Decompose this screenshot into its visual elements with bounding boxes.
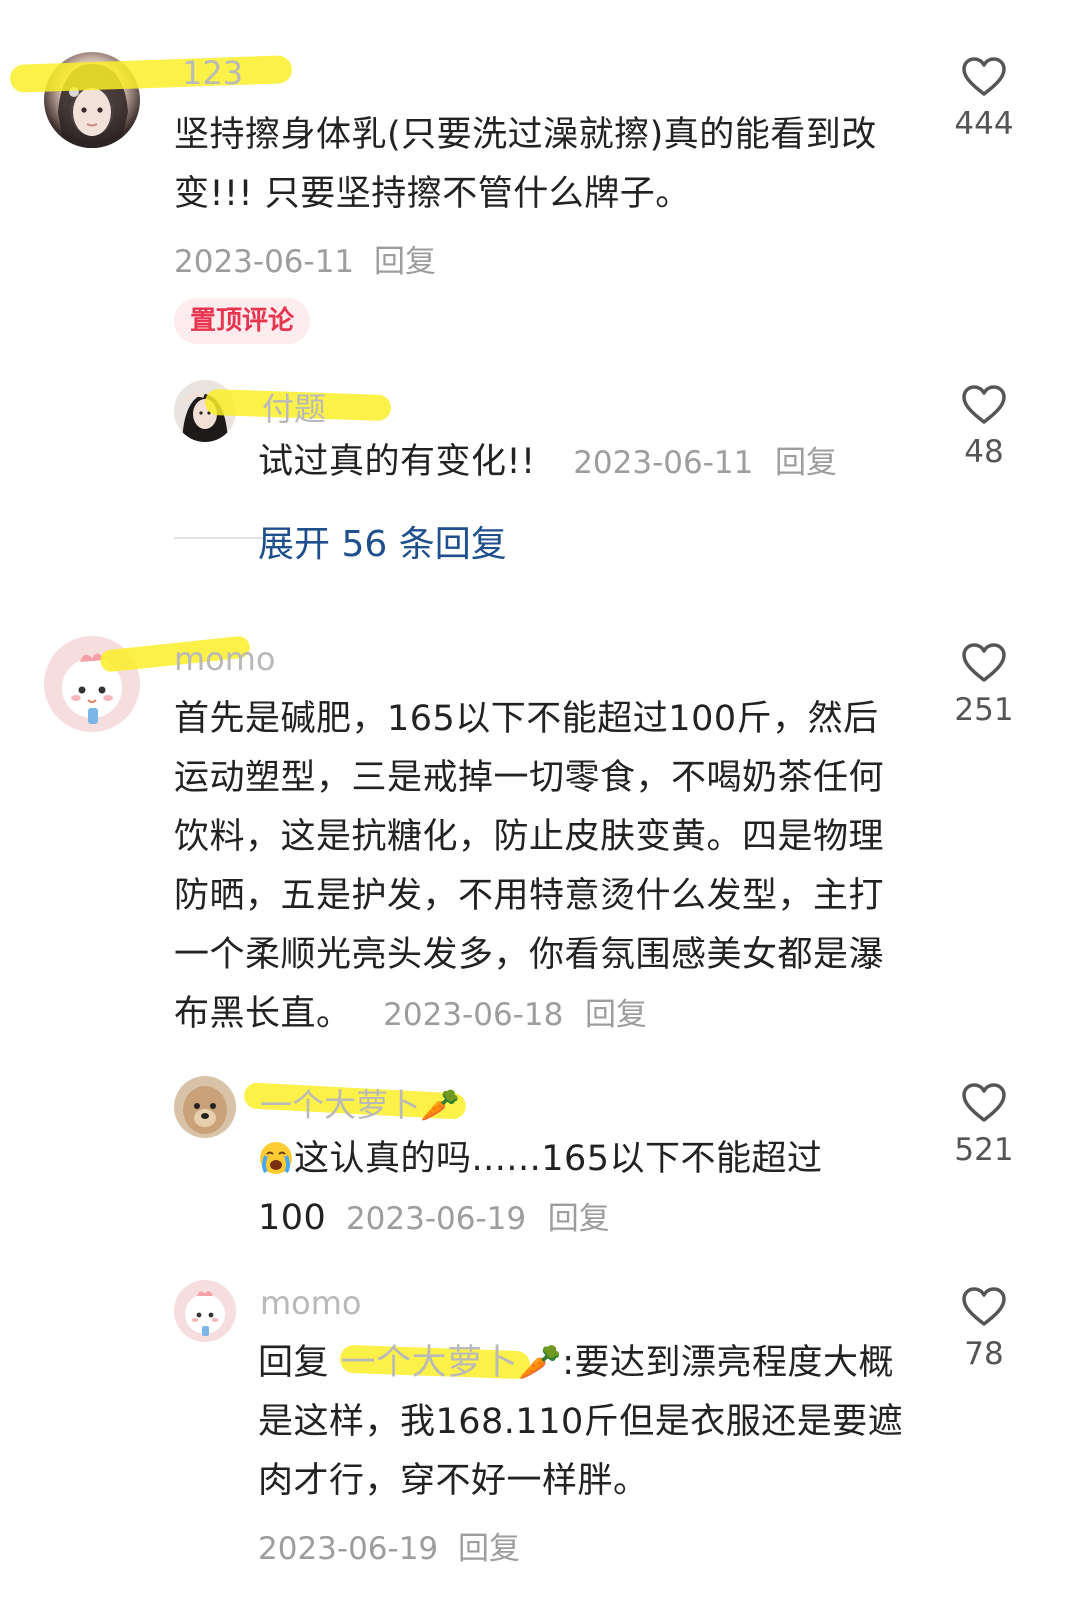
comment-username[interactable]: momo <box>174 640 276 678</box>
reply-prefix: 回复 <box>258 1343 330 1383</box>
reply-date: 2023-06-11 <box>573 445 754 481</box>
comment-username[interactable]: 123 <box>182 54 243 92</box>
reply-text: 回复 一个大萝卜🥕:要达到漂亮程度大概是这样，我168.110斤但是衣服还是要遮… <box>258 1334 908 1511</box>
reply-content: 试过真的有变化!! <box>258 442 536 482</box>
divider <box>174 537 264 539</box>
pinned-badge: 置顶评论 <box>174 298 310 344</box>
comment-text: 首先是碱肥，165以下不能超过100斤，然后运动塑型，三是戒掉一切零食，不喝奶茶… <box>174 690 914 1045</box>
reply-content: 这认真的吗......165以下不能超过100 <box>258 1139 823 1238</box>
like-count: 251 <box>954 692 1014 728</box>
reply-meta: 2023-06-19 回复 <box>258 1523 520 1568</box>
reply-text: 这认真的吗......165以下不能超过100 2023-06-19 回复 <box>258 1130 878 1249</box>
comment-content: 首先是碱肥，165以下不能超过100斤，然后运动塑型，三是戒掉一切零食，不喝奶茶… <box>174 699 885 1034</box>
like-count: 521 <box>954 1132 1014 1168</box>
like-count: 444 <box>954 106 1014 142</box>
comment-text: 坚持擦身体乳(只要洗过澡就擦)真的能看到改变!!! 只要坚持擦不管什么牌子。 <box>174 115 877 214</box>
like-count: 78 <box>964 1336 1004 1372</box>
avatar[interactable] <box>174 1280 236 1342</box>
reply-date: 2023-06-19 <box>258 1531 439 1567</box>
expand-replies-button[interactable]: 展开 56 条回复 <box>258 515 507 567</box>
username-redaction <box>9 55 293 93</box>
dog-avatar-icon <box>183 1086 227 1134</box>
reply-username[interactable]: momo <box>260 1284 362 1322</box>
reply-to-username[interactable]: 一个大萝卜🥕 <box>341 1343 563 1383</box>
reply-username[interactable]: 一个大萝卜🥕 <box>260 1080 460 1126</box>
cartoon-avatar-icon <box>185 1290 225 1336</box>
heart-outline-icon <box>962 643 1006 682</box>
heart-outline-icon <box>962 1083 1006 1122</box>
reply-button[interactable]: 回复 <box>775 445 837 481</box>
reply-username[interactable]: 付题 <box>262 384 326 430</box>
comment-date: 2023-06-18 <box>383 997 564 1033</box>
reply-date: 2023-06-19 <box>345 1201 527 1237</box>
like-count: 48 <box>964 434 1004 470</box>
reply-text: 试过真的有变化!! 2023-06-11 回复 <box>258 433 898 493</box>
reply-button[interactable]: 回复 <box>458 1531 520 1567</box>
crying-face-emoji <box>258 1136 294 1174</box>
avatar[interactable] <box>174 1076 236 1138</box>
like-button[interactable]: 444 <box>944 56 1024 142</box>
like-button[interactable]: 521 <box>944 1082 1024 1168</box>
comment-meta: 2023-06-11 回复 <box>174 236 436 281</box>
like-button[interactable]: 48 <box>944 384 1024 470</box>
reply-button[interactable]: 回复 <box>374 244 436 280</box>
like-button[interactable]: 251 <box>944 642 1024 728</box>
reply-button[interactable]: 回复 <box>548 1201 610 1237</box>
heart-outline-icon <box>962 385 1006 424</box>
heart-outline-icon <box>962 1287 1006 1326</box>
reply-button[interactable]: 回复 <box>585 997 647 1033</box>
comment-date: 2023-06-11 <box>174 244 355 280</box>
heart-outline-icon <box>962 57 1006 96</box>
like-button[interactable]: 78 <box>944 1286 1024 1372</box>
